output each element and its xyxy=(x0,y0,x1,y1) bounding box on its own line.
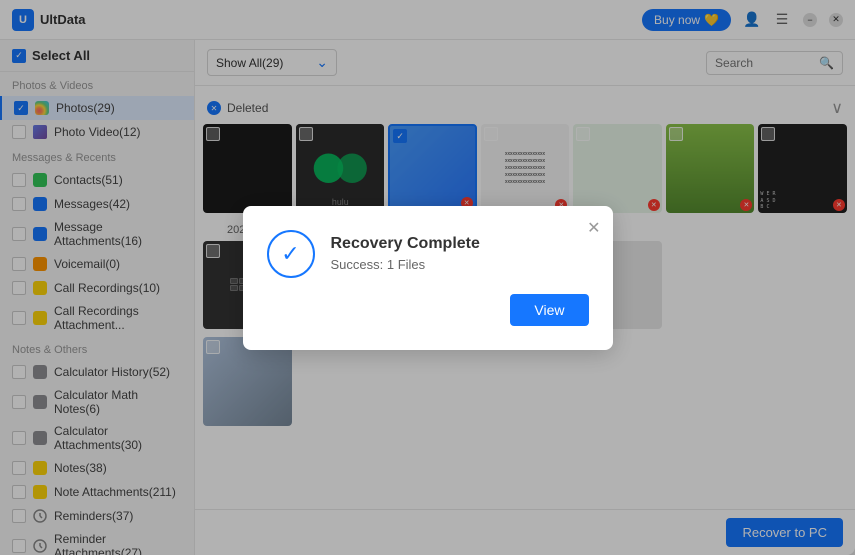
recovery-modal: ✕ ✓ Recovery Complete Success: 1 Files V… xyxy=(243,206,613,350)
success-icon: ✓ xyxy=(267,230,315,278)
modal-text: Recovery Complete Success: 1 Files xyxy=(331,235,589,272)
modal-subtitle: Success: 1 Files xyxy=(331,257,589,272)
modal-title: Recovery Complete xyxy=(331,235,589,253)
modal-view-button[interactable]: View xyxy=(510,294,588,326)
modal-overlay: ✕ ✓ Recovery Complete Success: 1 Files V… xyxy=(0,0,855,555)
modal-content: ✓ Recovery Complete Success: 1 Files xyxy=(267,230,589,278)
modal-close-button[interactable]: ✕ xyxy=(587,218,600,238)
